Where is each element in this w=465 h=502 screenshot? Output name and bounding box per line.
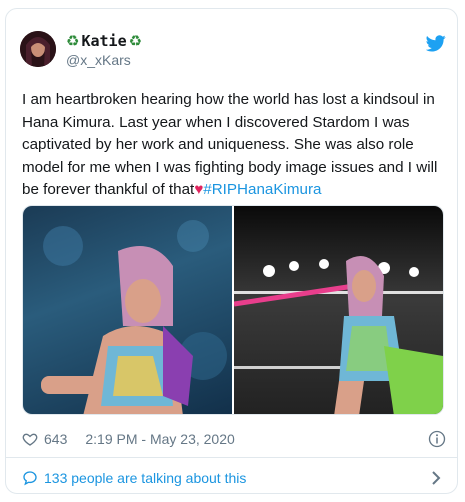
info-icon[interactable] xyxy=(428,430,446,448)
tweet-text: I am heartbroken hearing how the world h… xyxy=(22,89,446,202)
hashtag-link[interactable]: #RIPHanaKimura xyxy=(203,181,321,198)
heart-outline-icon[interactable] xyxy=(22,431,38,447)
divider xyxy=(6,457,457,458)
user-handle[interactable]: @x_xKars xyxy=(66,51,142,69)
tweet-meta: 643 2:19 PM - May 23, 2020 xyxy=(22,427,446,451)
user-info[interactable]: ♻ Katie ♻ @x_xKars xyxy=(66,32,142,69)
recycle-icon: ♻ xyxy=(128,32,143,50)
tweet-timestamp[interactable]: 2:19 PM - May 23, 2020 xyxy=(85,431,234,447)
wrestler-photo-right xyxy=(234,256,443,414)
wrestler-photo-left xyxy=(41,220,227,414)
photo-right[interactable] xyxy=(234,206,443,414)
heart-emoji-icon: ♥ xyxy=(194,181,204,198)
display-name[interactable]: ♻ Katie ♻ xyxy=(66,32,142,50)
speech-bubble-icon xyxy=(23,471,37,486)
avatar-image xyxy=(20,31,56,67)
twitter-bird-icon[interactable] xyxy=(426,35,446,52)
talking-label[interactable]: 133 people are talking about this xyxy=(44,470,246,486)
like-count[interactable]: 643 xyxy=(44,431,67,447)
tweet-media[interactable] xyxy=(22,205,444,415)
photo-left[interactable] xyxy=(23,206,232,414)
avatar[interactable] xyxy=(20,31,56,67)
conversation-link[interactable]: 133 people are talking about this xyxy=(22,461,446,495)
display-name-text[interactable]: Katie xyxy=(81,32,126,50)
tweet-header: ♻ Katie ♻ @x_xKars xyxy=(20,31,446,71)
recycle-icon: ♻ xyxy=(66,32,80,50)
chevron-right-icon xyxy=(432,471,441,485)
tweet-card: ♻ Katie ♻ @x_xKars I am heartbroken hear… xyxy=(5,8,458,494)
